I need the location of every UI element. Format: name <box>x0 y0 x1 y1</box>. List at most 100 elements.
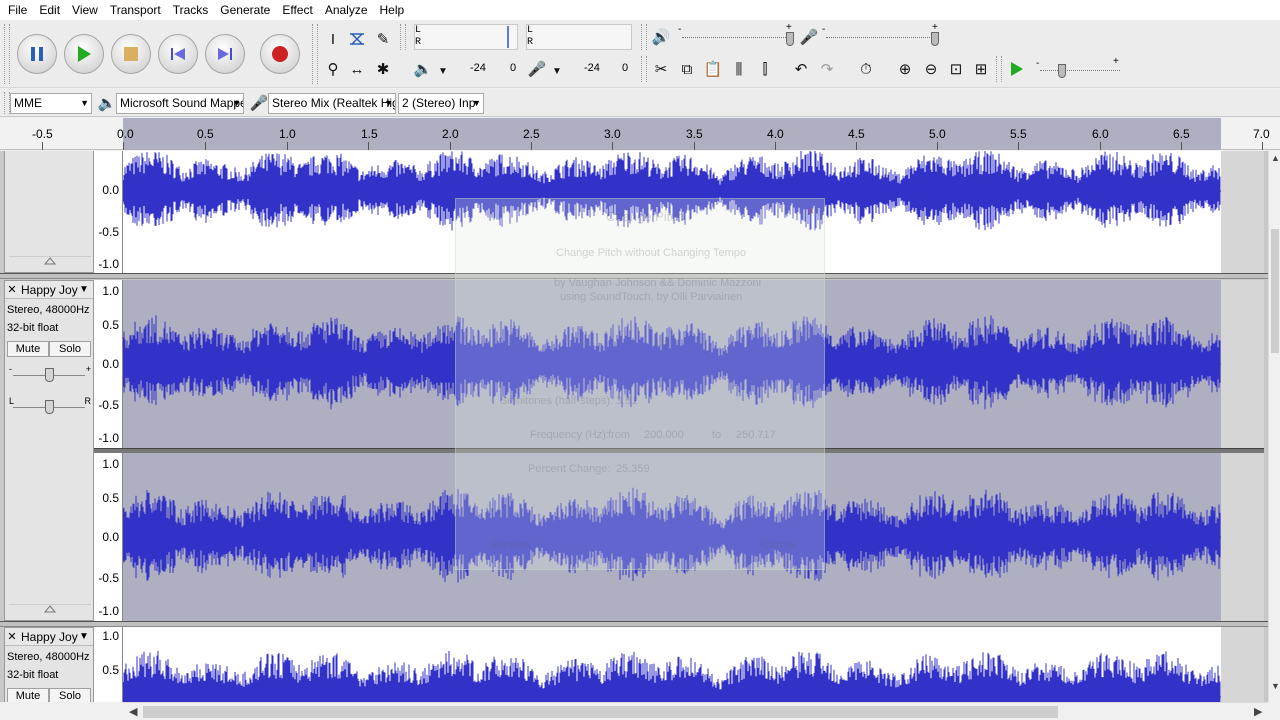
solo-button[interactable]: Solo <box>49 341 91 357</box>
toolbar-grip[interactable] <box>996 56 1002 82</box>
ruler-tick <box>123 142 124 150</box>
fit-selection-icon[interactable]: ⊡ <box>945 58 967 80</box>
track-control-panel[interactable] <box>4 151 94 273</box>
skip-to-start-button[interactable] <box>158 34 198 74</box>
menu-help[interactable]: Help <box>374 1 411 19</box>
input-device-value: Stereo Mix (Realtek High <box>272 96 396 110</box>
vertical-scroll-thumb[interactable] <box>1271 229 1279 353</box>
envelope-tool-icon[interactable] <box>346 28 368 50</box>
gain-slider-thumb[interactable] <box>45 368 54 382</box>
play-button[interactable] <box>64 34 104 74</box>
horizontal-scrollbar[interactable]: ◀ ▶ <box>123 702 1268 720</box>
menu-generate[interactable]: Generate <box>214 1 276 19</box>
playback-volume-track[interactable] <box>682 37 792 38</box>
scroll-up-icon[interactable]: ▲ <box>1271 153 1280 163</box>
vscale-label: 1.0 <box>102 284 119 298</box>
record-meter[interactable]: L R L R <box>404 22 634 50</box>
mute-button[interactable]: Mute <box>7 688 49 702</box>
vertical-scale[interactable]: 0.0 -0.5 -1.0 <box>94 151 123 273</box>
record-button[interactable] <box>260 34 300 74</box>
chevron-down-icon[interactable]: ▼ <box>432 60 454 82</box>
collapse-track-button[interactable] <box>9 604 91 618</box>
track-title-bar[interactable]: ✕ Happy Joy ▼ <box>5 628 93 646</box>
vertical-scale[interactable]: 1.0 0.5 0.0 -0.5 -1.0 <box>94 453 123 621</box>
scroll-left-icon[interactable]: ◀ <box>129 705 137 718</box>
microphone-icon[interactable]: 🎤 <box>526 58 548 80</box>
toolbar-grip[interactable] <box>312 24 318 84</box>
pause-button[interactable] <box>17 34 57 74</box>
menu-file[interactable]: File <box>2 1 33 19</box>
vertical-scale[interactable]: 1.0 0.5 <box>94 627 123 702</box>
close-icon[interactable]: ✕ <box>5 283 19 296</box>
time-shift-tool-icon[interactable]: ↔ <box>346 58 368 80</box>
menu-analyze[interactable]: Analyze <box>319 1 374 19</box>
collapse-track-button[interactable] <box>9 256 91 270</box>
track-control-panel[interactable]: ✕ Happy Joy ▼ Stereo, 48000Hz 32-bit flo… <box>4 280 94 621</box>
speaker-icon[interactable]: 🔈 <box>412 58 434 80</box>
record-volume-slider[interactable] <box>931 32 939 46</box>
close-icon[interactable]: ✕ <box>5 630 19 643</box>
draw-tool-icon[interactable]: ✎ <box>372 28 394 50</box>
solo-button[interactable]: Solo <box>49 688 91 702</box>
meter-peak <box>507 26 509 48</box>
vscale-label: 0.0 <box>102 183 119 197</box>
vertical-scale[interactable]: 1.0 0.5 0.0 -0.5 -1.0 <box>94 280 123 448</box>
menu-effect[interactable]: Effect <box>276 1 318 19</box>
playback-volume-slider[interactable] <box>786 32 794 46</box>
audio-host-select[interactable]: MME ▼ <box>10 93 92 114</box>
menu-view[interactable]: View <box>66 1 104 19</box>
toolbar-grip[interactable] <box>641 56 647 82</box>
trim-icon[interactable]: ⫼ <box>728 58 750 80</box>
stop-button[interactable] <box>111 34 151 74</box>
toolbar-grip[interactable] <box>4 24 10 84</box>
record-volume-track[interactable] <box>826 37 938 38</box>
horizontal-scroll-thumb[interactable] <box>143 706 1058 718</box>
chevron-down-icon[interactable]: ▼ <box>79 631 93 642</box>
input-device-select[interactable]: Stereo Mix (Realtek High ▼ <box>268 93 396 114</box>
sync-lock-icon[interactable]: ⏱ <box>855 58 877 80</box>
cut-icon[interactable]: ✂ <box>650 58 672 80</box>
pan-slider[interactable]: L R <box>9 396 91 419</box>
zoom-out-icon[interactable]: ⊖ <box>920 58 942 80</box>
timeline-ruler[interactable]: -0.5 0.0 0.5 1.0 1.5 2.0 2.5 3.0 3.5 4.0… <box>0 118 1280 150</box>
fit-project-icon[interactable]: ⊞ <box>970 58 992 80</box>
track-name[interactable]: Happy Joy <box>19 630 79 644</box>
mute-solo-row: Mute Solo <box>7 688 91 702</box>
dialog-frequency-label: Frequency (Hz): <box>530 429 609 441</box>
track-name[interactable]: Happy Joy <box>19 283 79 297</box>
track-control-panel[interactable]: ✕ Happy Joy ▼ Stereo, 48000Hz 32-bit flo… <box>4 627 94 702</box>
chevron-down-icon[interactable]: ▼ <box>546 60 568 82</box>
mute-button[interactable]: Mute <box>7 341 49 357</box>
ruler-tick-label: 3.0 <box>604 127 621 141</box>
redo-icon[interactable]: ↷ <box>816 58 838 80</box>
play-at-speed-button[interactable] <box>1006 58 1028 80</box>
multi-tool-icon[interactable]: ✱ <box>372 58 394 80</box>
skip-to-end-button[interactable] <box>205 34 245 74</box>
zoom-tool-icon[interactable]: ⚲ <box>322 58 344 80</box>
toolbar-grip[interactable] <box>641 24 647 50</box>
track-title-bar[interactable]: ✕ Happy Joy ▼ <box>5 281 93 299</box>
copy-icon[interactable]: ⧉ <box>676 58 698 80</box>
input-channels-select[interactable]: 2 (Stereo) Inp ▼ <box>398 93 484 114</box>
waveform-svg <box>122 650 1221 702</box>
chevron-down-icon[interactable]: ▼ <box>79 284 93 295</box>
menu-tracks[interactable]: Tracks <box>167 1 215 19</box>
play-speed-slider[interactable] <box>1058 64 1066 78</box>
zoom-in-icon[interactable]: ⊕ <box>894 58 916 80</box>
silence-icon[interactable]: ⫿ <box>754 58 776 80</box>
pan-slider-thumb[interactable] <box>45 400 54 414</box>
gain-slider[interactable]: - + <box>9 364 91 387</box>
play-speed-track[interactable] <box>1040 70 1120 71</box>
vertical-scrollbar[interactable]: ▲ ▼ <box>1268 151 1280 702</box>
scroll-down-icon[interactable]: ▼ <box>1271 681 1280 691</box>
ruler-tick-label: 5.0 <box>929 127 946 141</box>
waveform-channel[interactable] <box>122 627 1221 702</box>
scroll-right-icon[interactable]: ▶ <box>1254 705 1262 718</box>
menu-transport[interactable]: Transport <box>104 1 167 19</box>
selection-tool-icon[interactable]: I <box>322 28 344 50</box>
menu-edit[interactable]: Edit <box>33 1 66 19</box>
undo-icon[interactable]: ↶ <box>790 58 812 80</box>
paste-icon[interactable]: 📋 <box>702 58 724 80</box>
output-device-select[interactable]: Microsoft Sound Mapper ▼ <box>116 93 244 114</box>
chevron-down-icon: ▼ <box>232 98 241 108</box>
